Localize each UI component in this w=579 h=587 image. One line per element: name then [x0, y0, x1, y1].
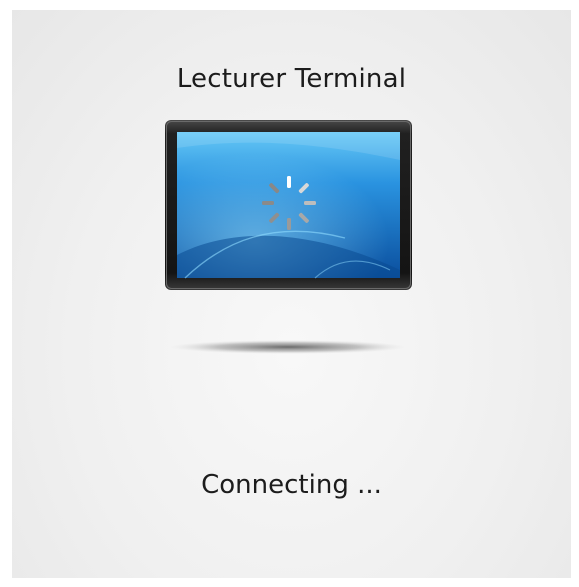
- terminal-panel: Lecturer Terminal Connecting ...: [12, 10, 571, 578]
- monitor-icon: [165, 120, 412, 290]
- monitor-shadow: [170, 340, 406, 354]
- connection-status: Connecting ...: [201, 470, 382, 500]
- terminal-title: Lecturer Terminal: [176, 64, 407, 94]
